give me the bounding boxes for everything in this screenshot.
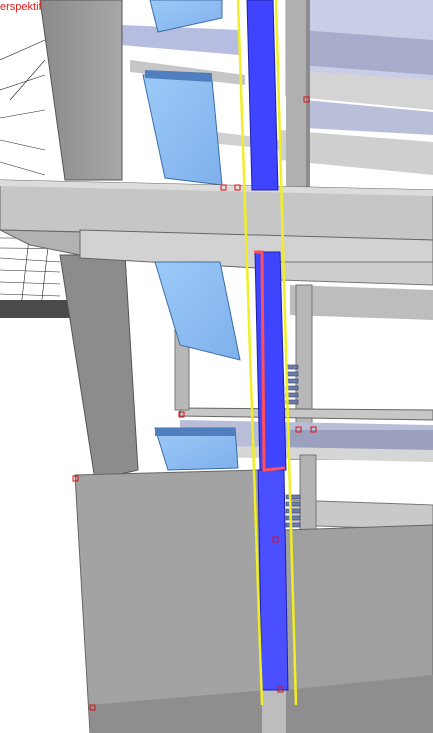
view-mode-label: erspektif	[0, 1, 42, 13]
upper-right-structure	[280, 0, 433, 190]
lower-glass-panels	[154, 261, 241, 471]
model-viewport[interactable]: erspektif	[0, 0, 433, 733]
building-model-scene[interactable]	[0, 0, 433, 733]
dark-band	[0, 300, 70, 318]
